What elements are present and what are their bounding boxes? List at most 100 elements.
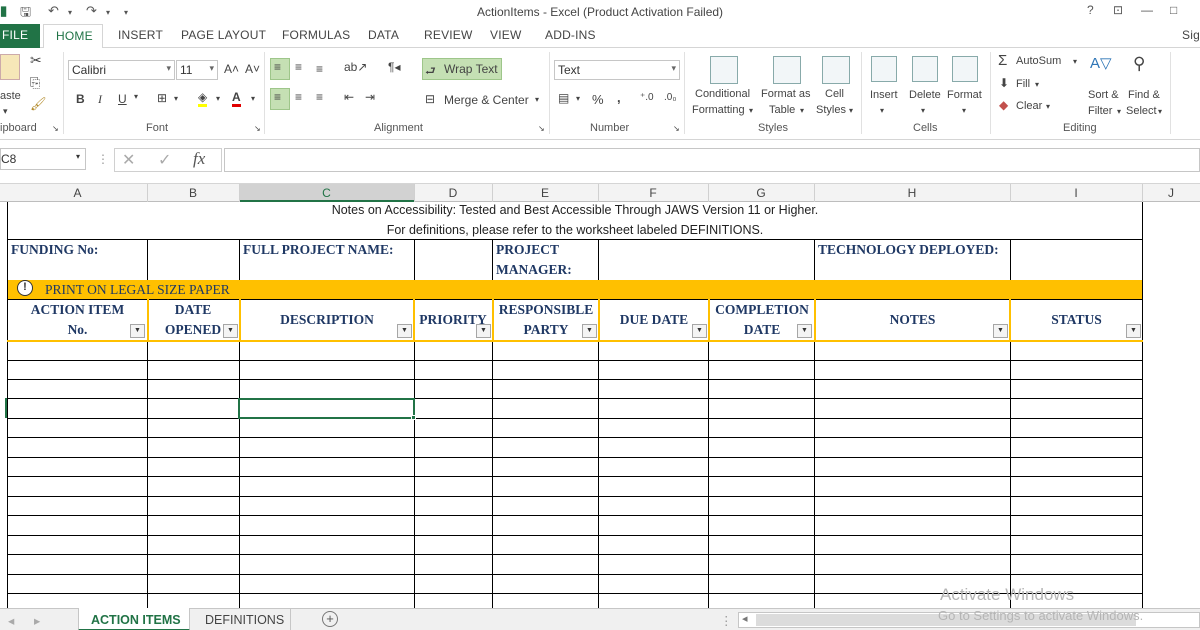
filter-dropdown-icon[interactable]: ▼ [130, 324, 145, 338]
filter-dropdown-icon[interactable]: ▼ [993, 324, 1008, 338]
fill-button[interactable]: Fill [1016, 78, 1030, 90]
shrink-font-button[interactable]: A˅ [245, 62, 260, 76]
copy-icon[interactable]: ⎘ [30, 75, 40, 91]
font-size-select[interactable]: 11 ▾ [176, 60, 218, 80]
insert-function-button[interactable]: fx [193, 149, 205, 169]
next-sheet-icon[interactable]: ▸ [34, 613, 40, 628]
find-select-label-1[interactable]: Find & [1128, 89, 1160, 101]
paste-button[interactable]: aste [0, 90, 21, 102]
column-header-i[interactable]: I [1010, 186, 1142, 200]
tab-formulas[interactable]: FORMULAS [282, 28, 350, 42]
alignment-launcher-icon[interactable]: ↘ [538, 124, 545, 133]
cell-styles-label-2[interactable]: Styles [816, 104, 846, 116]
filter-dropdown-icon[interactable]: ▼ [223, 324, 238, 338]
formula-input[interactable] [224, 148, 1200, 172]
column-header-f[interactable]: F [598, 186, 708, 200]
underline-dropdown-icon[interactable]: ▾ [134, 92, 138, 101]
bottom-align-icon[interactable]: ≡ [316, 62, 323, 76]
prev-sheet-icon[interactable]: ◂ [8, 613, 14, 628]
cell-styles-icon[interactable] [822, 56, 850, 84]
grow-font-button[interactable]: A˄ [224, 62, 239, 76]
merge-dropdown-icon[interactable]: ▾ [535, 95, 539, 104]
underline-button[interactable]: U [118, 92, 127, 106]
column-header-a[interactable]: A [8, 186, 147, 200]
tab-file[interactable]: FILE [0, 24, 40, 48]
delete-cells-icon[interactable] [912, 56, 938, 82]
number-format-select[interactable]: Text ▾ [554, 60, 680, 80]
font-name-select[interactable]: Calibri ▾ [68, 60, 175, 80]
column-header-b[interactable]: B [147, 186, 239, 200]
cut-icon[interactable]: ✂ [30, 52, 42, 69]
sort-filter-label-2[interactable]: Filter [1088, 105, 1112, 117]
sheet-tab-definitions[interactable]: DEFINITIONS [205, 613, 284, 627]
filter-dropdown-icon[interactable]: ▼ [582, 324, 597, 338]
scroll-left-icon[interactable]: ◂ [742, 612, 748, 625]
accounting-format-icon[interactable]: ▤ [558, 91, 569, 105]
find-select-icon[interactable]: ⚲ [1133, 54, 1145, 74]
bold-button[interactable]: B [76, 92, 85, 106]
insert-cells-icon[interactable] [871, 56, 897, 82]
tab-data[interactable]: DATA [368, 28, 399, 42]
font-color-dropdown-icon[interactable]: ▾ [251, 94, 255, 103]
decrease-indent-icon[interactable]: ⇤ [344, 90, 354, 104]
column-header-g[interactable]: G [708, 186, 814, 200]
autosum-icon[interactable]: Σ [998, 52, 1007, 69]
accounting-dropdown-icon[interactable]: ▾ [576, 94, 580, 103]
column-header-h[interactable]: H [814, 186, 1010, 200]
filter-dropdown-icon[interactable]: ▼ [476, 324, 491, 338]
sort-filter-icon[interactable]: A▽ [1090, 54, 1112, 72]
restore-button[interactable]: □ [1170, 3, 1177, 17]
tab-review[interactable]: REVIEW [424, 28, 473, 42]
format-cells-icon[interactable] [952, 56, 978, 82]
comma-button[interactable]: , [617, 90, 621, 105]
align-right-icon[interactable]: ≡ [316, 90, 323, 104]
help-button[interactable]: ? [1087, 3, 1094, 17]
format-painter-icon[interactable]: 🖌 [30, 96, 47, 112]
italic-button[interactable]: I [98, 92, 102, 107]
column-header-e[interactable]: E [492, 186, 598, 200]
filter-dropdown-icon[interactable]: ▼ [692, 324, 707, 338]
paste-dropdown-icon[interactable]: ▾ [3, 106, 8, 117]
borders-icon[interactable]: ⊞ [157, 91, 167, 105]
format-cells-button[interactable]: Format [947, 89, 982, 101]
selected-cell[interactable] [238, 398, 415, 419]
orientation-icon[interactable]: ab↗ [344, 60, 367, 74]
filter-dropdown-icon[interactable]: ▼ [397, 324, 412, 338]
enter-icon[interactable]: ✓ [158, 150, 171, 170]
clipboard-launcher-icon[interactable]: ↘ [52, 124, 59, 133]
middle-align-icon[interactable]: ≡ [295, 60, 302, 74]
minimize-button[interactable]: — [1141, 3, 1153, 17]
tab-add-ins[interactable]: ADD-INS [545, 28, 596, 42]
fill-color-icon[interactable]: ◈ [198, 90, 208, 107]
column-header-d[interactable]: D [414, 186, 492, 200]
worksheet-grid[interactable]: Notes on Accessibility: Tested and Best … [0, 202, 1200, 608]
add-sheet-button[interactable]: + [322, 611, 338, 627]
format-as-table-label-2[interactable]: Table [769, 104, 795, 116]
increase-decimal-icon[interactable]: ⁺.0 [640, 92, 654, 103]
tab-insert[interactable]: INSERT [118, 28, 163, 42]
column-header-c[interactable]: C [239, 186, 414, 200]
tab-splitter-icon[interactable]: ⋮ [720, 613, 733, 628]
number-launcher-icon[interactable]: ↘ [673, 124, 680, 133]
format-as-table-icon[interactable] [773, 56, 801, 84]
cancel-icon[interactable]: ✕ [122, 150, 135, 170]
font-color-icon[interactable]: A [232, 90, 241, 107]
font-launcher-icon[interactable]: ↘ [254, 124, 261, 133]
increase-indent-icon[interactable]: ⇥ [365, 90, 375, 104]
text-direction-icon[interactable]: ¶◂ [388, 60, 400, 74]
tab-home[interactable]: HOME [43, 24, 103, 49]
filter-dropdown-icon[interactable]: ▼ [1126, 324, 1141, 338]
autosum-button[interactable]: AutoSum [1016, 55, 1061, 67]
format-as-table-label-1[interactable]: Format as [761, 88, 811, 100]
clear-icon[interactable]: ◆ [999, 98, 1008, 112]
column-header-j[interactable]: J [1142, 186, 1200, 200]
clear-button[interactable]: Clear [1016, 100, 1042, 112]
sort-filter-label-1[interactable]: Sort & [1088, 89, 1119, 101]
percent-button[interactable]: % [592, 92, 604, 107]
tab-view[interactable]: VIEW [490, 28, 521, 42]
filter-dropdown-icon[interactable]: ▼ [797, 324, 812, 338]
ribbon-display-icon[interactable]: ⊡ [1113, 3, 1123, 17]
merge-center-icon[interactable]: ⊟ [425, 92, 435, 106]
tab-page-layout[interactable]: PAGE LAYOUT [181, 28, 266, 42]
name-box[interactable]: C8 ▾ [0, 148, 86, 170]
